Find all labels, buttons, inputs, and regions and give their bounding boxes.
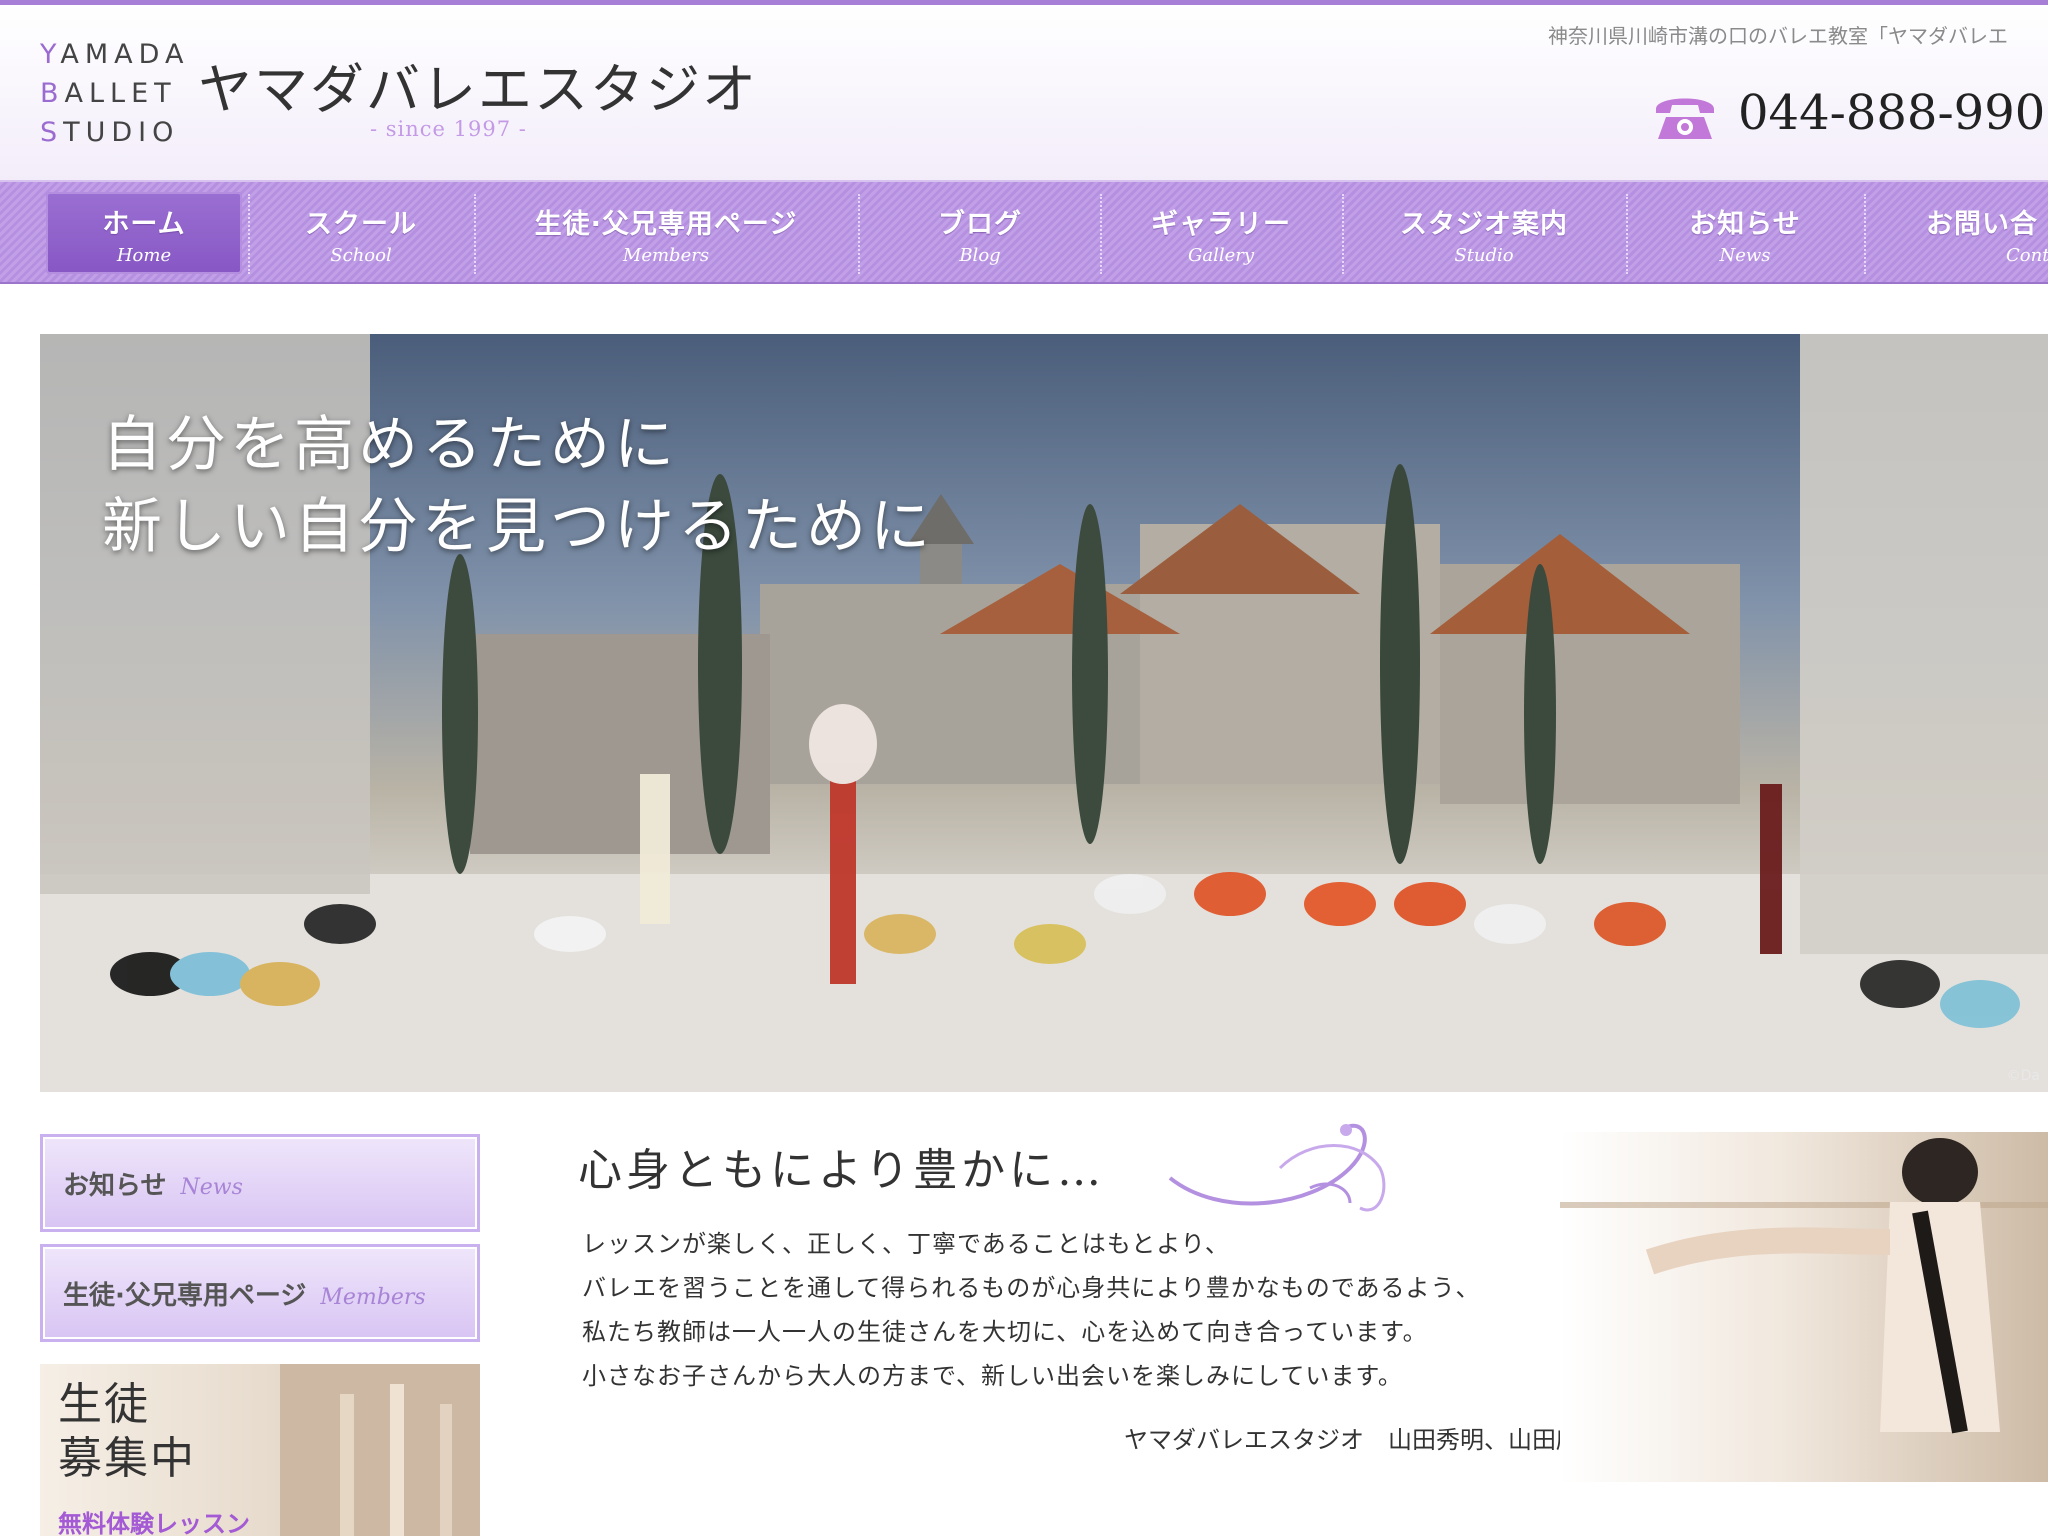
message-line: レッスンが楽しく、正しく、丁寧であることはもとより、: [582, 1230, 1230, 1258]
sidebar-members-button[interactable]: 生徒·父兄専用ページ Members: [40, 1244, 480, 1342]
flourish-ornament: [1168, 1123, 1386, 1212]
site-header: YAMADA BALLET STUDIO ヤマダバレエスタジオ - since …: [0, 5, 2048, 180]
nav-news[interactable]: お知らせ News: [1628, 192, 1862, 274]
dancer-image: [1560, 1138, 2048, 1434]
logo-japanese[interactable]: ヤマダバレエスタジオ: [198, 45, 758, 124]
logo-since: - since 1997 -: [370, 117, 527, 141]
photo-credit: ©Da: [2006, 1068, 2040, 1084]
logo-english[interactable]: YAMADA BALLET STUDIO: [40, 35, 189, 152]
telephone-icon: [1656, 98, 1714, 139]
nav-gallery[interactable]: ギャラリー Gallery: [1102, 192, 1340, 274]
phone-number[interactable]: 044-888-9901: [1738, 85, 2048, 141]
message-line: バレエを習うことを通して得られるものが心身共により豊かなものであるよう、: [582, 1274, 1481, 1302]
nav-home[interactable]: ホーム Home: [46, 192, 242, 274]
message-heading: 心身ともにより豊かに…: [578, 1145, 1106, 1196]
nav-school[interactable]: スクール School: [250, 192, 472, 274]
nav-studio[interactable]: スタジオ案内 Studio: [1344, 192, 1624, 274]
nav-contact[interactable]: お問い合 Contact: [1866, 192, 2048, 274]
hero-banner: 自分を高めるために 新しい自分を見つけるために ©Da: [40, 334, 2048, 1092]
main-nav: ホーム Home スクール School 生徒·父兄専用ページ Members …: [0, 180, 2048, 284]
sidebar-news-button[interactable]: お知らせ News: [40, 1134, 480, 1232]
nav-blog[interactable]: ブログ Blog: [860, 192, 1100, 274]
message-line: 小さなお子さんから大人の方まで、新しい出会いを楽しみにしています。: [582, 1362, 1403, 1390]
message-signature: ヤマダバレエスタジオ 山田秀明、山田麻子: [1124, 1426, 1604, 1454]
nav-members[interactable]: 生徒·父兄専用ページ Members: [476, 192, 856, 274]
recruit-banner[interactable]: 生徒 募集中 無料体験レッスン: [40, 1364, 480, 1536]
dancer-photo: [1560, 1132, 2048, 1482]
header-tagline: 神奈川県川崎市溝の口のバレエ教室「ヤマダバレエ: [1548, 24, 2008, 48]
message-line: 私たち教師は一人一人の生徒さんを大切に、心を込めて向き合っています。: [582, 1318, 1428, 1346]
hero-copy: 自分を高めるために 新しい自分を見つけるために: [102, 410, 934, 562]
